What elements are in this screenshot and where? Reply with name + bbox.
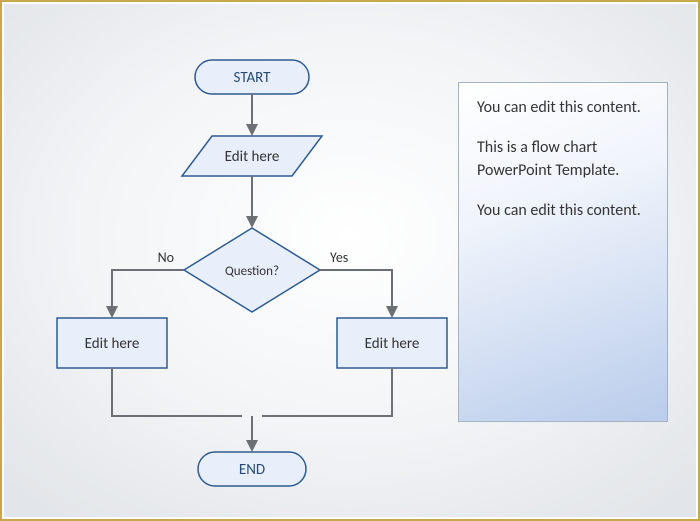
start-node: START xyxy=(195,60,309,94)
process-left-label: Edit here xyxy=(85,335,140,353)
side-text-panel: You can edit this content. This is a flo… xyxy=(458,82,668,422)
process-left-node: Edit here xyxy=(57,318,167,368)
slide-frame: START Edit here Question? No xyxy=(0,0,700,521)
process-right-node: Edit here xyxy=(337,318,447,368)
decision-node: Question? xyxy=(184,228,320,312)
yes-label: Yes xyxy=(330,249,348,266)
input-label: Edit here xyxy=(225,148,280,166)
arrow-decision-yes: Yes xyxy=(320,249,398,318)
panel-paragraph-3: You can edit this content. xyxy=(477,200,649,222)
start-label: START xyxy=(234,69,272,87)
panel-paragraph-2: This is a flow chart PowerPoint Template… xyxy=(477,137,649,182)
end-label: END xyxy=(239,461,265,479)
no-label: No xyxy=(158,249,174,266)
arrow-merge-end xyxy=(246,416,258,452)
arrow-left-end xyxy=(112,368,242,416)
arrow-right-end xyxy=(262,368,392,416)
arrow-decision-no: No xyxy=(106,249,184,318)
arrow-input-decision xyxy=(246,176,258,228)
arrow-start-input xyxy=(246,94,258,136)
process-right-label: Edit here xyxy=(365,335,420,353)
panel-paragraph-1: You can edit this content. xyxy=(477,97,649,119)
end-node: END xyxy=(198,452,306,486)
decision-label: Question? xyxy=(225,264,279,279)
input-node: Edit here xyxy=(182,136,322,176)
